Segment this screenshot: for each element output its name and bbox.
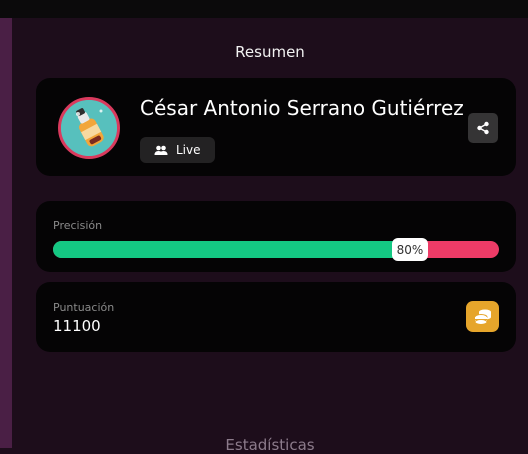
live-status-badge[interactable]: Live — [140, 137, 215, 163]
score-label: Puntuación — [53, 301, 115, 314]
sidebar-strip — [0, 18, 12, 448]
precision-progress-fill — [53, 241, 410, 258]
share-icon — [477, 121, 489, 135]
score-card: Puntuación 11100 — [36, 282, 516, 352]
top-bar — [0, 0, 528, 18]
precision-label: Precisión — [53, 219, 103, 232]
section-title-stats: Estadísticas — [225, 436, 315, 454]
coins-button[interactable] — [466, 301, 499, 332]
avatar — [58, 97, 120, 159]
player-name: César Antonio Serrano Gutiérrez — [140, 96, 464, 120]
live-badge-label: Live — [176, 143, 201, 157]
precision-progress-bar: 80% — [53, 238, 499, 261]
precision-card: Precisión 80% — [36, 201, 516, 272]
score-value: 11100 — [53, 317, 101, 335]
users-icon — [154, 145, 168, 155]
precision-value: 80% — [392, 238, 428, 261]
section-title-summary: Resumen — [235, 43, 305, 61]
coins-icon — [474, 309, 491, 325]
bottle-avatar-icon — [61, 100, 117, 156]
share-button[interactable] — [468, 113, 498, 143]
profile-card: César Antonio Serrano Gutiérrez Live — [36, 78, 516, 176]
